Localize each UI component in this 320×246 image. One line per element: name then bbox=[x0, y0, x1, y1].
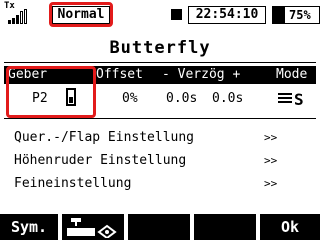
softkey-bar: Sym. Ok bbox=[0, 214, 320, 240]
menu-item-label: Quer.-/Flap Einstellung bbox=[14, 130, 195, 145]
double-arrow-icon: >> bbox=[264, 154, 278, 167]
menu-item-hoehenruder[interactable]: Höhenruder Einstellung >> bbox=[14, 153, 304, 171]
offset-value[interactable]: 0% bbox=[122, 92, 138, 106]
delay-plus-value[interactable]: 0.0s bbox=[212, 92, 243, 106]
menu-item-feineinstellung[interactable]: Feineinstellung >> bbox=[14, 176, 304, 194]
battery-indicator: 75% bbox=[272, 6, 320, 24]
title-divider bbox=[4, 62, 316, 63]
stop-icon bbox=[171, 9, 182, 20]
highlight-frame-mode bbox=[49, 2, 113, 27]
delay-minus-value[interactable]: 0.0s bbox=[166, 92, 197, 106]
softkey-ok[interactable]: Ok bbox=[260, 214, 320, 240]
model-view-icon bbox=[67, 218, 117, 240]
menu-item-quer-flap[interactable]: Quer.-/Flap Einstellung >> bbox=[14, 130, 304, 148]
softkey-4[interactable] bbox=[194, 214, 256, 240]
menu-item-label: Feineinstellung bbox=[14, 176, 132, 191]
servo-mode-icon bbox=[278, 93, 292, 105]
header-delay: - Verzög + bbox=[162, 67, 241, 82]
header-offset: Offset bbox=[96, 67, 143, 82]
header-mode: Mode bbox=[276, 67, 308, 82]
softkey-model-view[interactable] bbox=[62, 214, 124, 240]
section-divider bbox=[4, 118, 316, 119]
double-arrow-icon: >> bbox=[264, 131, 278, 144]
double-arrow-icon: >> bbox=[264, 177, 278, 190]
battery-percent: 75% bbox=[289, 8, 311, 22]
highlight-frame-geber bbox=[6, 66, 96, 118]
signal-strength-icon bbox=[8, 8, 27, 24]
softkey-sym[interactable]: Sym. bbox=[0, 214, 58, 240]
softkey-3[interactable] bbox=[128, 214, 190, 240]
menu-item-label: Höhenruder Einstellung bbox=[14, 153, 187, 168]
page-title: Butterfly bbox=[109, 38, 211, 58]
battery-fill-icon bbox=[273, 7, 285, 23]
timer-display: 22:54:10 bbox=[188, 6, 266, 24]
mode-value[interactable]: S bbox=[294, 90, 304, 109]
